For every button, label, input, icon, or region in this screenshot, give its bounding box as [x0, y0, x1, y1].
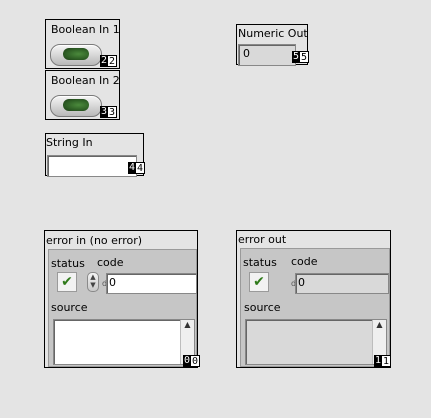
string-in-control: String In 44	[45, 133, 146, 177]
error-out-code-field: 0	[295, 273, 389, 294]
numeric-out-label: Numeric Out	[238, 27, 308, 40]
boolean-in-1-control: Boolean In 1 22	[45, 19, 120, 69]
numeric-out-terminal-tag: 55	[292, 51, 310, 63]
numeric-out-field: 0	[238, 44, 296, 66]
error-in-cluster: error in (no error) status code ✔ ▲ ▼ d 0…	[44, 230, 201, 368]
error-out-code-label: code	[291, 255, 318, 268]
string-in-label: String In	[46, 136, 93, 149]
error-in-status-checkbox[interactable]: ✔	[57, 272, 77, 292]
error-out-source-field: ▲	[245, 319, 387, 365]
boolean-in-1-led-button[interactable]	[50, 44, 102, 66]
error-in-code-label: code	[97, 256, 124, 269]
string-in-terminal-tag: 44	[128, 162, 146, 174]
string-in-field[interactable]	[47, 155, 137, 177]
error-out-label: error out	[238, 233, 287, 246]
error-out-cluster-body: status code ✔ d 0 source ▲	[240, 248, 390, 367]
error-in-code-field[interactable]: 0	[106, 273, 197, 294]
boolean-in-1-terminal-tag: 22	[100, 55, 118, 67]
boolean-in-1-label: Boolean In 1	[51, 23, 120, 36]
numeric-out-indicator: Numeric Out 0 55	[236, 24, 310, 66]
boolean-in-2-terminal-tag: 33	[100, 106, 118, 118]
error-in-source-field[interactable]: ▲	[53, 319, 195, 365]
error-in-label: error in (no error)	[46, 234, 143, 247]
error-out-status-checkbox: ✔	[249, 272, 269, 292]
error-in-status-label: status	[51, 257, 85, 270]
led-indicator-icon	[63, 99, 89, 111]
error-out-source-label: source	[244, 301, 281, 314]
boolean-in-2-label: Boolean In 2	[51, 74, 120, 87]
error-out-terminal-tag: 11	[374, 355, 392, 367]
led-indicator-icon	[63, 48, 89, 60]
boolean-in-2-led-button[interactable]	[50, 95, 102, 117]
error-in-terminal-tag: 00	[183, 355, 201, 367]
error-in-code-stepper[interactable]: ▲ ▼	[87, 272, 99, 292]
error-out-cluster: error out status code ✔ d 0 source ▲ 11	[236, 230, 392, 368]
error-in-cluster-body: status code ✔ ▲ ▼ d 0 source ▲	[48, 249, 197, 367]
error-in-source-label: source	[51, 301, 88, 314]
error-out-status-label: status	[243, 256, 277, 269]
boolean-in-2-control: Boolean In 2 33	[45, 70, 120, 120]
